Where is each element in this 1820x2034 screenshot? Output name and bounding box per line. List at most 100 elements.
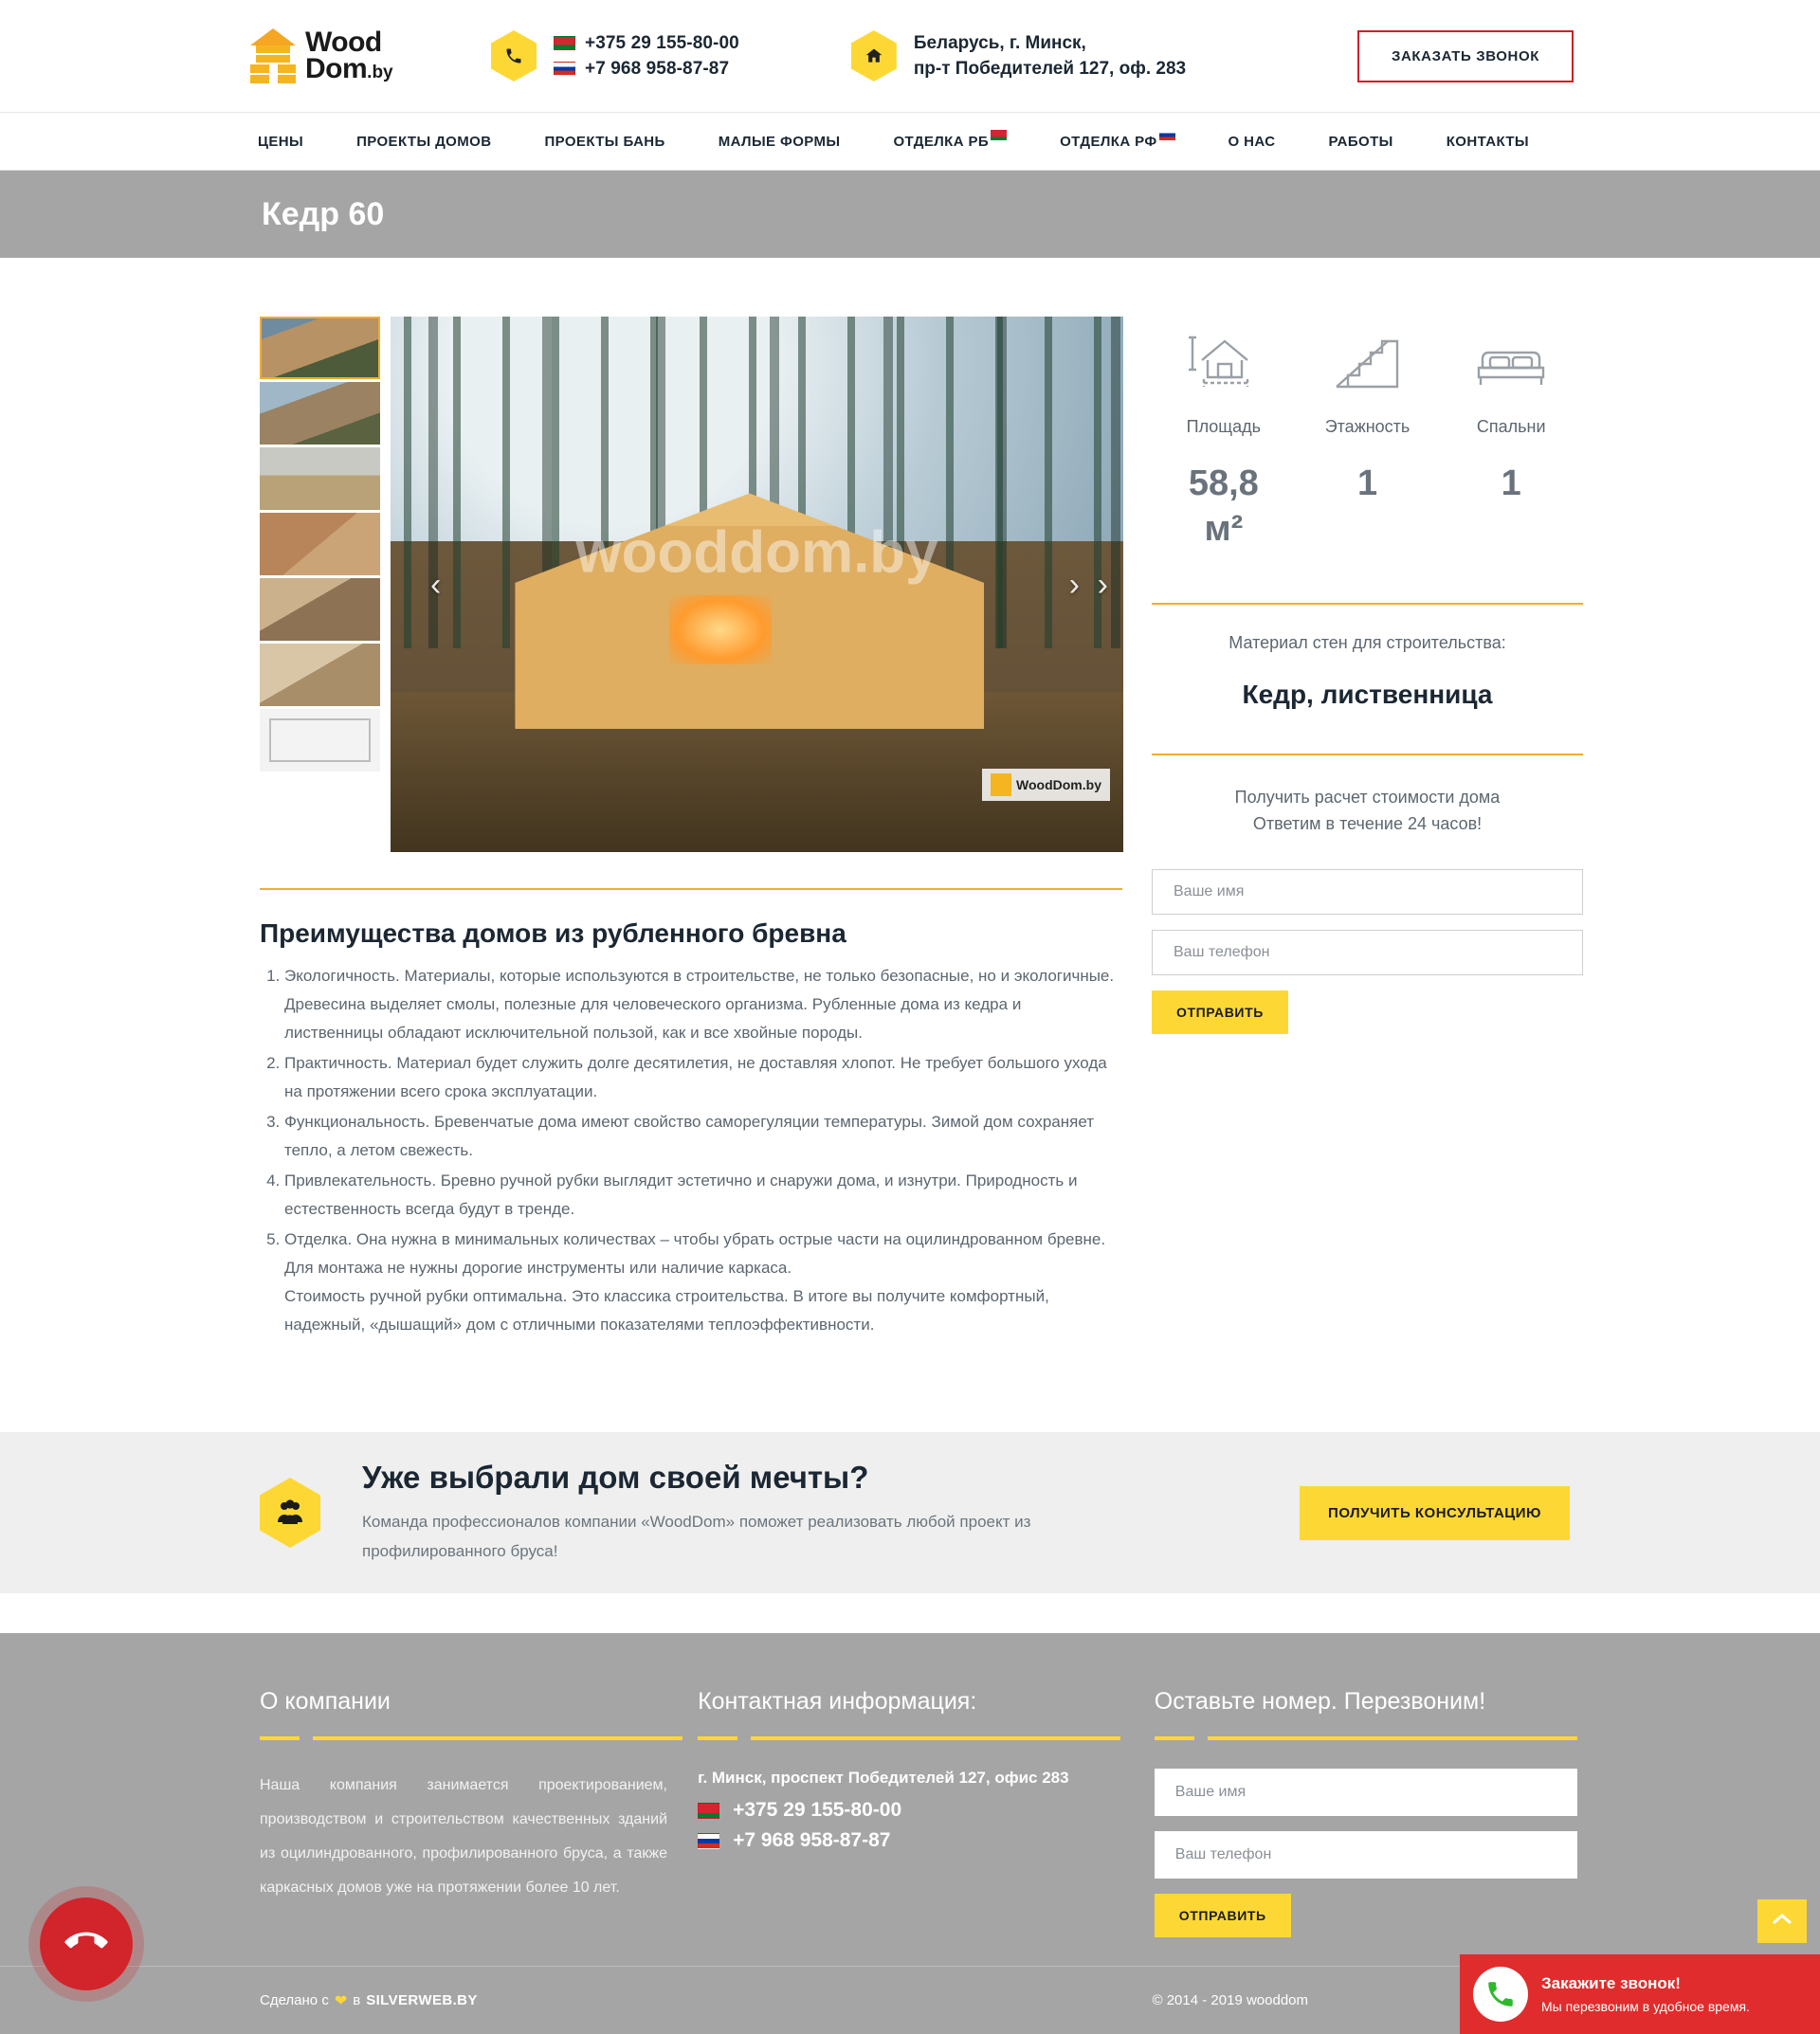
nav-item-9[interactable]: КОНТАКТЫ <box>1447 134 1529 150</box>
thumbnail-exterior-1[interactable] <box>260 317 380 379</box>
phone-icon <box>491 30 537 82</box>
project-gallery: wooddom.by WoodDom.by ‹ › › <box>260 317 1123 852</box>
advantages-title: Преимущества домов из рубленного бревна <box>260 918 846 948</box>
nav-item-6[interactable]: ОТДЕЛКА РФ <box>1060 129 1175 150</box>
thumbnail-interior-2[interactable] <box>260 578 380 641</box>
thumbnail-exterior-2[interactable] <box>260 382 380 445</box>
logo-dom-text: Dom <box>305 53 368 84</box>
callback-toast[interactable]: Закажите звонок! Мы перезвоним в удобное… <box>1460 1954 1820 2034</box>
advantages-closing: Стоимость ручной рубки оптимальна. Это к… <box>284 1287 1049 1334</box>
mini-house-icon <box>991 773 1012 796</box>
gallery-thumbnails <box>260 317 383 852</box>
nav-item-label: КОНТАКТЫ <box>1446 133 1530 150</box>
scroll-to-top-button[interactable] <box>1757 1899 1807 1943</box>
site-header: Wood Dom.by +375 29 155-80-00 +7 968 958… <box>0 0 1820 112</box>
belarus-flag-icon <box>991 129 1008 140</box>
cta-banner: Уже выбрали дом своей мечты? Команда про… <box>0 1432 1820 1593</box>
nav-item-3[interactable]: ПРОЕКТЫ БАНЬ <box>544 134 664 150</box>
nav-item-label: ПРОЕКТЫ ДОМОВ <box>356 133 492 150</box>
header-address-line1: Беларусь, г. Минск, <box>913 33 1086 53</box>
specs-divider <box>1152 603 1583 605</box>
footer-callback: Оставьте номер. Перезвоним! ОТПРАВИТЬ <box>1154 1688 1583 1937</box>
russia-flag-icon <box>1158 129 1175 140</box>
thumbnail-interior-3[interactable] <box>260 644 380 706</box>
calc-form: ОТПРАВИТЬ <box>1152 854 1583 1034</box>
calc-form-line1: Получить расчет стоимости дома <box>1234 788 1501 807</box>
made-by: Сделано с ❤ в SILVERWEB.BY <box>260 1991 478 2010</box>
header-address: Беларусь, г. Минск, пр-т Победителей 127… <box>850 30 1187 82</box>
advantage-item: Функциональность. Бревенчатые дома имеют… <box>284 1108 1123 1165</box>
thumbnail-interior-1[interactable] <box>260 513 380 575</box>
footer-callback-heading: Оставьте номер. Перезвоним! <box>1154 1688 1486 1715</box>
nav-item-label: ЦЕНЫ <box>258 133 304 150</box>
nav-item-label: ПРОЕКТЫ БАНЬ <box>544 133 665 150</box>
footer-rule <box>260 1736 682 1740</box>
order-callback-button[interactable]: ЗАКАЗАТЬ ЗВОНОК <box>1357 29 1574 82</box>
gallery-next-button[interactable]: › <box>1069 569 1080 601</box>
nav-item-5[interactable]: ОТДЕЛКА РБ <box>893 129 1008 150</box>
header-phone-row-ru[interactable]: +7 968 958-87-87 <box>554 56 739 82</box>
hero-logo-text: WoodDom.by <box>1016 777 1101 792</box>
belarus-flag-icon <box>554 36 575 50</box>
footer-phone-by[interactable]: +375 29 155-80-00 <box>733 1799 901 1822</box>
material-label: Материал стен для строительства: <box>1228 633 1506 652</box>
main-navigation: ЦЕНЫ ПРОЕКТЫ ДОМОВ ПРОЕКТЫ БАНЬ МАЛЫЕ ФОРМЫ… <box>0 112 1820 171</box>
site-footer: О компании Наша компания занимается прое… <box>0 1633 1820 1966</box>
footer-phone-ru[interactable]: +7 968 958-87-87 <box>733 1829 890 1852</box>
header-phone-ru[interactable]: +7 968 958-87-87 <box>585 59 729 80</box>
advantage-text: Привлекательность. Бревно ручной рубки в… <box>284 1171 1078 1218</box>
footer-phone-input[interactable] <box>1154 1831 1577 1879</box>
calc-submit-button[interactable]: ОТПРАВИТЬ <box>1152 990 1288 1034</box>
calc-phone-input[interactable] <box>1152 930 1583 975</box>
gallery-next-button-alt[interactable]: › <box>1098 569 1108 601</box>
header-phones: +375 29 155-80-00 +7 968 958-87-87 <box>491 30 739 82</box>
main-content: wooddom.by WoodDom.by ‹ › › Преимущества… <box>0 258 1820 1341</box>
header-phone-by[interactable]: +375 29 155-80-00 <box>585 33 739 54</box>
site-logo[interactable]: Wood Dom.by <box>237 27 436 85</box>
nav-item-4[interactable]: МАЛЫЕ ФОРМЫ <box>719 134 841 150</box>
nav-item-2[interactable]: ПРОЕКТЫ ДОМОВ <box>356 134 491 150</box>
nav-item-label: О НАС <box>1228 133 1276 150</box>
made-brand-link[interactable]: SILVERWEB.BY <box>366 1992 478 2008</box>
footer-rule <box>698 1736 1121 1740</box>
nav-item-1[interactable]: ЦЕНЫ <box>258 134 303 150</box>
advantages-list: Экологичность. Материалы, которые исполь… <box>260 962 1123 1339</box>
footer-address: г. Минск, проспект Победителей 127, офис… <box>698 1769 1069 1787</box>
spec-area-value: 58,8 м² <box>1152 462 1296 552</box>
cta-consultation-button[interactable]: ПОЛУЧИТЬ КОНСУЛЬТАЦИЮ <box>1300 1485 1570 1540</box>
footer-submit-button[interactable]: ОТПРАВИТЬ <box>1154 1894 1291 1937</box>
gallery-prev-button[interactable]: ‹ <box>430 569 441 601</box>
thumbnail-exterior-3[interactable] <box>260 447 380 510</box>
bed-icon <box>1439 317 1583 390</box>
footer-callback-form: ОТПРАВИТЬ <box>1154 1769 1583 1937</box>
heart-icon: ❤ <box>334 1992 348 2009</box>
advantage-item: Привлекательность. Бревно ручной рубки в… <box>284 1167 1123 1224</box>
gallery-main-image[interactable]: wooddom.by WoodDom.by ‹ › › <box>391 317 1123 852</box>
calc-form-lead: Получить расчет стоимости дома Ответим в… <box>1152 784 1583 837</box>
thumbnail-floorplan[interactable] <box>260 709 380 772</box>
copyright-text: © 2014 - 2019 wooddom <box>1152 1992 1309 2008</box>
page-title-bar: Кедр 60 <box>0 171 1820 258</box>
nav-item-label: ОТДЕЛКА РФ <box>1060 133 1157 150</box>
spec-area-unit: м² <box>1204 508 1244 549</box>
footer-name-input[interactable] <box>1154 1769 1577 1816</box>
footer-phone-row-by[interactable]: +375 29 155-80-00 <box>698 1799 1155 1822</box>
advantage-text: Экологичность. Материалы, которые исполь… <box>284 967 1115 1042</box>
header-phone-row-by[interactable]: +375 29 155-80-00 <box>554 30 739 56</box>
spec-area-label: Площадь <box>1186 417 1262 436</box>
advantage-item: Практичность. Материал будет служить дол… <box>284 1049 1123 1106</box>
cta-heading: Уже выбрали дом своей мечты? <box>362 1460 869 1495</box>
nav-item-8[interactable]: РАБОТЫ <box>1329 134 1393 150</box>
made-mid: в <box>353 1992 361 2008</box>
calc-name-input[interactable] <box>1152 869 1583 915</box>
footer-phone-row-ru[interactable]: +7 968 958-87-87 <box>698 1829 1155 1852</box>
house-area-icon <box>1152 317 1296 390</box>
nav-item-7[interactable]: О НАС <box>1228 134 1276 150</box>
spec-floors-value: 1 <box>1356 463 1378 503</box>
home-icon <box>850 30 897 82</box>
floating-call-button[interactable] <box>40 1898 133 1990</box>
material-divider <box>1152 754 1583 755</box>
nav-item-label: МАЛЫЕ ФОРМЫ <box>718 133 841 150</box>
spec-floors: Этажность 1 <box>1296 317 1440 552</box>
header-address-line2: пр-т Победителей 127, оф. 283 <box>913 59 1187 79</box>
